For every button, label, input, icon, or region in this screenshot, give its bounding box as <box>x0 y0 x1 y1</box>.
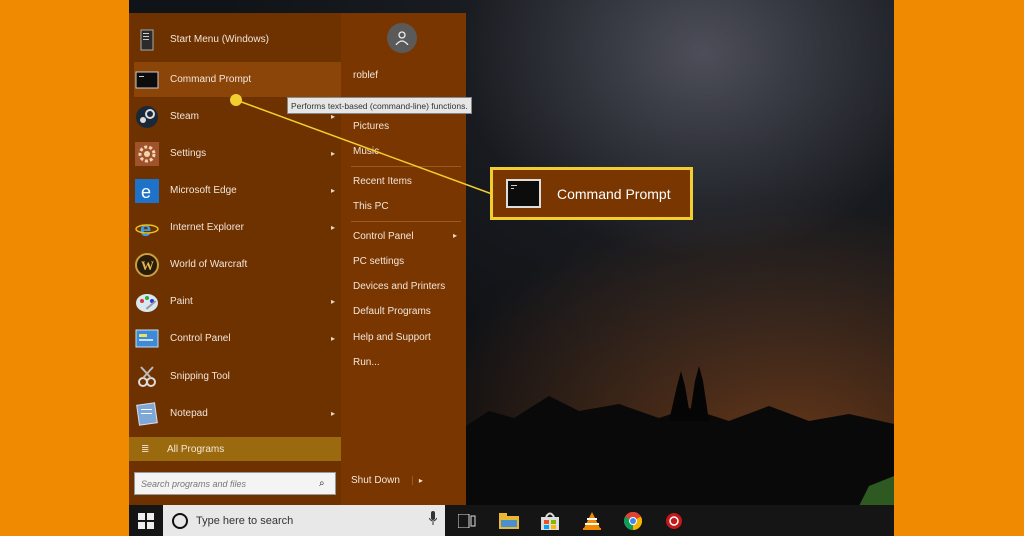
callout-connector <box>230 94 493 195</box>
command-prompt-icon <box>506 179 541 208</box>
callout-label: Command Prompt <box>557 185 671 202</box>
command-prompt-tooltip: Performs text-based (command-line) funct… <box>287 97 472 114</box>
command-prompt-callout: Command Prompt <box>490 167 693 220</box>
